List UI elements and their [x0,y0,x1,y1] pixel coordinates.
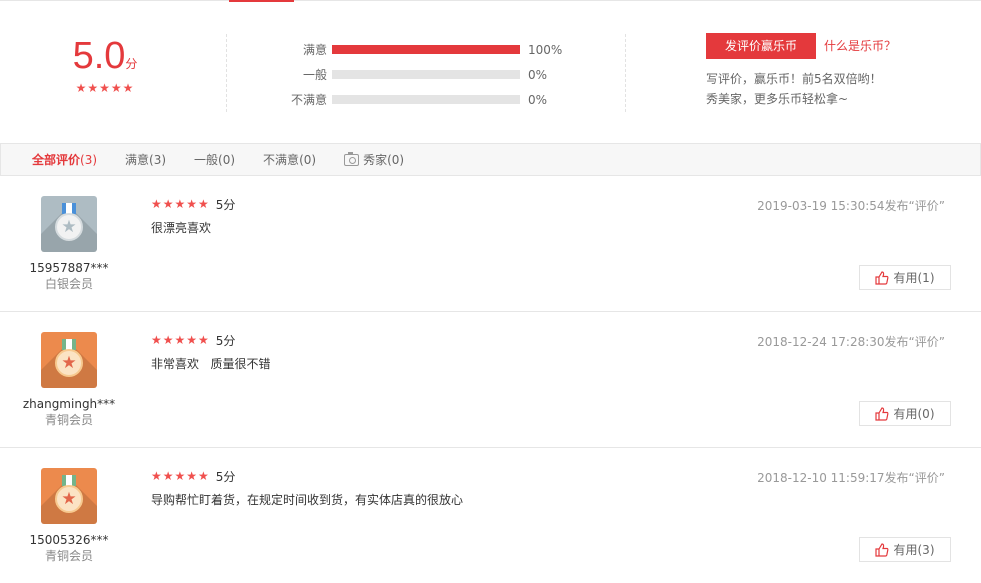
promo-box: 发评价赢乐币 什么是乐币？ 写评价，赢乐币！前5名双倍哟！ 秀美家，更多乐币轻松拿… [706,33,966,109]
useful-count: (3) [917,542,935,557]
useful-label: 有用 [893,543,918,557]
promo-text: 写评价，赢乐币！前5名双倍哟！ [706,72,882,86]
tab-label: 秀家 [363,153,388,167]
tab-label: 满意 [125,153,150,167]
review-body: ★★★★★ 5分 很漂亮喜欢 [151,196,751,236]
review-score: 5分 [215,333,236,348]
write-review-button[interactable]: 发评价赢乐币 [706,33,816,59]
tab-count: (3) [80,152,98,167]
tab-label: 全部评价 [32,153,81,167]
rating-bar-dissatisfied: 不满意 0% [280,87,580,112]
silver-medal-avatar-icon: ★ [41,196,97,252]
member-level: 青铜会员 [44,549,93,563]
bar-track [332,70,520,79]
useful-button[interactable]: 有用 (1) [859,265,951,290]
review-stars-icon: ★★★★★ [151,197,210,211]
member-level: 青铜会员 [44,413,93,427]
bronze-medal-avatar-icon: ★ [41,468,97,524]
bronze-medal-avatar-icon: ★ [41,332,97,388]
useful-button[interactable]: 有用 (3) [859,537,951,562]
tab-all[interactable]: 全部评价 (3) [32,151,97,168]
useful-count: (1) [917,270,935,285]
bar-track [332,45,520,54]
bar-percent: 0% [528,67,548,82]
tab-count: (0) [218,152,236,167]
camera-icon [344,151,360,166]
review-stars-icon: ★★★★★ [151,333,210,347]
reviewer: ★ 15957887*** 白银会员 [10,196,128,292]
rating-summary: 5.0分 ★★★★★ 满意 100% 一般 0% 不满意 0% 发评价赢乐币 什么… [0,2,981,143]
divider [226,34,227,112]
member-level: 白银会员 [44,277,93,291]
useful-button[interactable]: 有用 (0) [859,401,951,426]
bar-track [332,95,520,104]
reviewer-name: zhangmingh*** [22,397,116,411]
overall-score: 5.0 [72,35,126,77]
tab-satisfied[interactable]: 满意 (3) [125,151,166,168]
score-unit: 分 [125,57,138,71]
bar-label: 满意 [302,43,327,57]
tab-label: 一般 [194,153,219,167]
reviewer: ★ zhangmingh*** 青铜会员 [10,332,128,428]
review-item: ★ zhangmingh*** 青铜会员 ★★★★★ 5分 非常喜欢 质量很不错… [0,312,981,448]
reviewer: ★ 15005326*** 青铜会员 [10,468,128,564]
rating-bar-neutral: 一般 0% [280,62,580,87]
bar-percent: 0% [528,92,548,107]
reviewer-name: 15957887*** [29,261,109,275]
tab-neutral[interactable]: 一般 (0) [194,151,235,168]
thumbs-up-icon [875,406,889,421]
review-score: 5分 [215,469,236,484]
useful-label: 有用 [893,271,918,285]
rating-bar-satisfied: 满意 100% [280,37,580,62]
top-border [0,0,981,1]
useful-count: (0) [917,406,935,421]
bar-label: 一般 [302,68,327,82]
tab-count: (0) [299,152,317,167]
thumbs-up-icon [875,542,889,557]
review-stars-icon: ★★★★★ [151,469,210,483]
review-body: ★★★★★ 5分 非常喜欢 质量很不错 [151,332,751,372]
review-text: 很漂亮喜欢 [151,221,212,235]
review-item: ★ 15957887*** 白银会员 ★★★★★ 5分 很漂亮喜欢 2019-0… [0,176,981,312]
bar-label: 不满意 [290,93,327,107]
reviewer-name: 15005326*** [29,533,109,547]
overall-stars-icon: ★★★★★ [75,81,135,95]
review-score: 5分 [215,197,236,212]
review-time: 2018-12-24 17:28:30发布“评价” [757,335,945,349]
tab-label: 不满意 [263,153,300,167]
review-body: ★★★★★ 5分 导购帮忙盯着货，在规定时间收到货，有实体店真的很放心 [151,468,751,508]
thumbs-up-icon [875,270,889,285]
review-text: 导购帮忙盯着货，在规定时间收到货，有实体店真的很放心 [151,493,464,507]
review-time: 2019-03-19 15:30:54发布“评价” [757,199,945,213]
review-time: 2018-12-10 11:59:17发布“评价” [757,471,945,485]
review-text: 非常喜欢 质量很不错 [151,357,271,371]
tab-dissatisfied[interactable]: 不满意 (0) [263,151,316,168]
bar-fill [332,45,520,54]
promo-text: 秀美家，更多乐币轻松拿~ [706,92,849,106]
rating-distribution: 满意 100% 一般 0% 不满意 0% [280,37,580,112]
tab-show-home[interactable]: 秀家 (0) [344,151,404,168]
what-is-lebi-link[interactable]: 什么是乐币？ [824,37,896,54]
tab-count: (3) [149,152,167,167]
bar-percent: 100% [528,42,563,57]
review-filter-tabs: 全部评价 (3) 满意 (3) 一般 (0) 不满意 (0) 秀家 (0) [0,143,981,176]
review-item: ★ 15005326*** 青铜会员 ★★★★★ 5分 导购帮忙盯着货，在规定时… [0,448,981,583]
useful-label: 有用 [893,407,918,421]
overall-score-box: 5.0分 ★★★★★ [60,36,150,95]
divider [625,34,626,112]
tab-count: (0) [387,152,405,167]
